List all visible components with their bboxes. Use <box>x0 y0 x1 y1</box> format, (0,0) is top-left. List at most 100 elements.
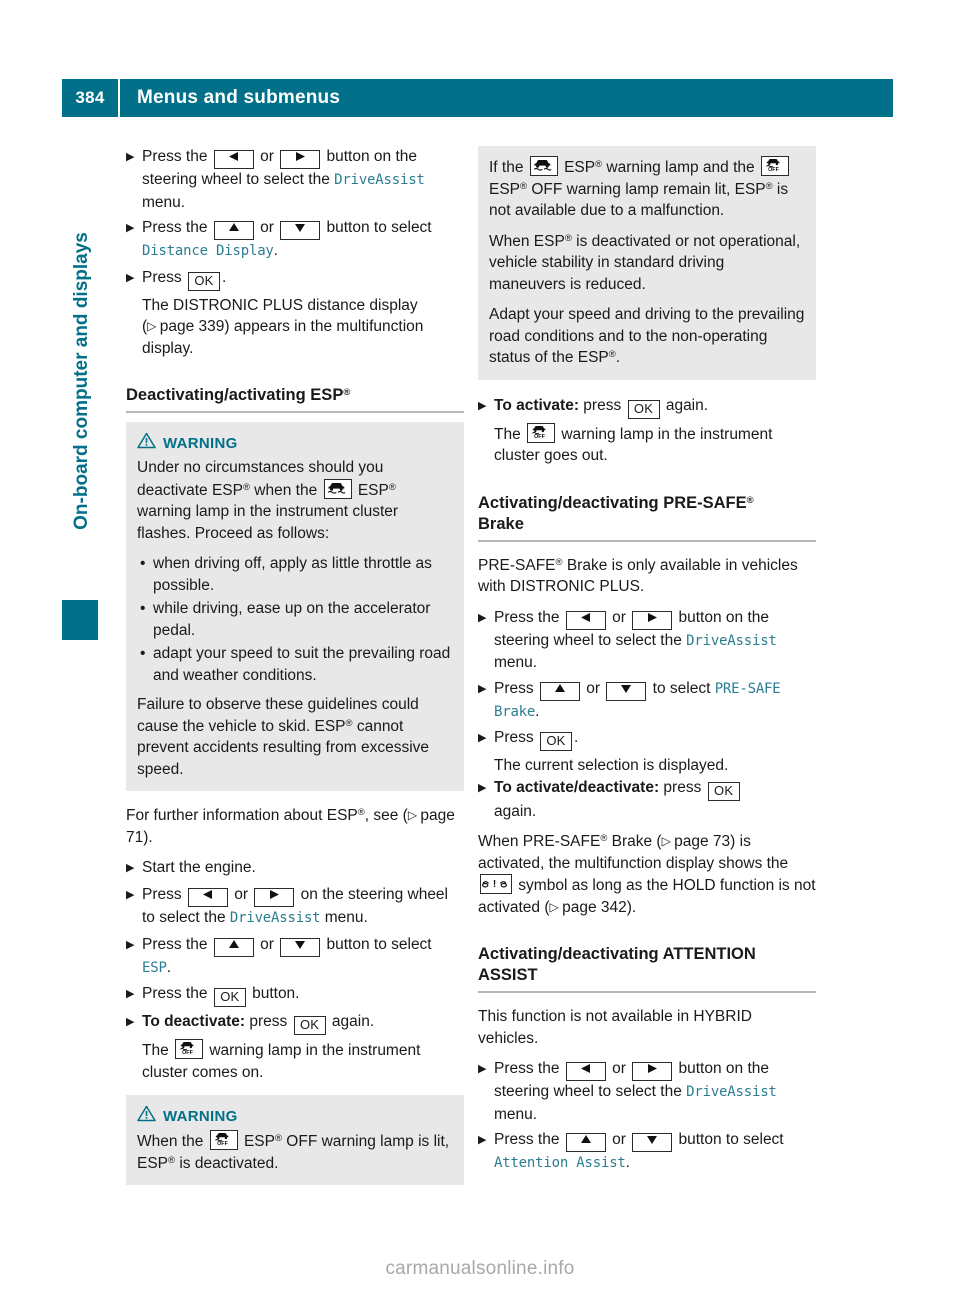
step-text: Press the or button on the steering whee… <box>494 1060 777 1123</box>
svg-text:OFF: OFF <box>182 1050 193 1055</box>
chapter-tab-marker <box>62 600 98 640</box>
page-ref-arrow-icon: ▷ <box>549 899 563 914</box>
step-arrow-icon: ▶ <box>478 399 487 412</box>
step-item: ▶ Press the or button on the steering wh… <box>478 607 816 674</box>
key-left-icon[interactable] <box>565 1062 606 1081</box>
step-detail-text: The DISTRONIC PLUS distance display (▷ p… <box>142 296 424 357</box>
step-text: Press the or button to select ESP. <box>142 935 432 976</box>
key-up-icon[interactable] <box>565 1133 606 1152</box>
warning-text: Under no circumstances should you deacti… <box>137 459 399 542</box>
svg-text:OFF: OFF <box>534 434 545 439</box>
key-right-icon[interactable] <box>632 610 673 630</box>
key-left-icon[interactable] <box>213 150 254 169</box>
registered-mark: ® <box>555 556 563 568</box>
warning-header: WARNING <box>137 1105 453 1127</box>
step-text: Start the engine. <box>142 859 256 876</box>
right-column: If the ESP® warning lamp and the OFF ESP… <box>478 146 816 1179</box>
key-ok-button[interactable]: OK <box>539 732 572 751</box>
step-arrow-icon: ▶ <box>126 889 135 901</box>
key-ok-button[interactable]: OK <box>707 781 740 801</box>
step-text: Press OK. <box>142 267 464 291</box>
step-item: ▶ Press the OK button. <box>126 983 464 1007</box>
section-heading-attention-assist: Activating/deactivating ATTENTION ASSIST <box>478 944 816 993</box>
step-arrow-icon: ▶ <box>478 732 487 744</box>
menu-name: Distance Display <box>142 243 274 259</box>
step-item: ▶ To activate/deactivate: press OK again. <box>478 777 816 823</box>
step-arrow-icon: ▶ <box>126 271 135 284</box>
registered-mark: ® <box>357 807 365 818</box>
step-text: To deactivate: press OK again. <box>142 1011 464 1035</box>
menu-name: DriveAssist <box>229 910 321 926</box>
warning-label: WARNING <box>163 1107 238 1125</box>
menu-name: DriveAssist <box>686 1084 777 1100</box>
page-ref-arrow-icon: ▷ <box>661 834 675 848</box>
page-reference[interactable]: page 339 <box>160 318 225 335</box>
menu-name: DriveAssist <box>334 172 425 188</box>
chapter-label: On-board computer and displays <box>71 232 92 530</box>
warning-text: When the OFF ESP® OFF warning lamp is li… <box>137 1130 453 1174</box>
key-left-icon[interactable] <box>565 610 606 630</box>
warning-header: WARNING <box>137 432 453 454</box>
key-right-icon[interactable] <box>632 1062 673 1081</box>
key-ok-button[interactable]: OK <box>293 1016 326 1035</box>
key-down-icon[interactable] <box>280 221 321 240</box>
presafe-intro-text: PRE-SAFE® Brake is only available in veh… <box>478 556 798 596</box>
warning-text: Failure to observe these guidelines coul… <box>137 696 430 778</box>
menu-name: PRE-SAFE <box>714 680 781 697</box>
registered-mark: ® <box>345 717 353 729</box>
key-up-icon[interactable] <box>213 221 254 240</box>
step-emphasis: To activate: <box>494 396 579 414</box>
presafe-brake-symbol-icon: ! <box>480 874 512 894</box>
step-arrow-icon: ▶ <box>478 781 487 794</box>
svg-text:OFF: OFF <box>217 1141 228 1146</box>
registered-mark: ® <box>388 481 396 493</box>
menu-name: Attention Assist <box>494 1155 626 1171</box>
step-text: Press or on the steering wheel to select… <box>142 886 448 926</box>
step-arrow-icon: ▶ <box>126 222 135 234</box>
step-arrow-icon: ▶ <box>126 938 135 951</box>
warning-box-esp-off: WARNING When the OFF ESP® OFF warning la… <box>126 1095 464 1185</box>
esp-warning-lamp-icon <box>529 156 558 176</box>
step-emphasis: To deactivate: <box>142 1013 246 1030</box>
step-text: Press the OK button. <box>142 983 464 1007</box>
step-arrow-icon: ▶ <box>126 1016 135 1028</box>
step-arrow-icon: ▶ <box>126 988 135 1000</box>
warning-triangle-icon <box>137 1105 156 1127</box>
menu-name: ESP <box>142 959 167 976</box>
key-up-icon[interactable] <box>213 937 254 957</box>
menu-name: DriveAssist <box>686 632 777 649</box>
step-item: ▶ Press or to select PRE-SAFE Brake. <box>478 678 816 724</box>
key-down-icon[interactable] <box>606 681 647 701</box>
site-watermark: carmanualsonline.info <box>385 1258 575 1279</box>
page-header-bar: 384 Menus and submenus <box>62 79 893 117</box>
esp-off-warning-lamp-icon: OFF <box>527 422 556 443</box>
key-ok-button[interactable]: OK <box>627 399 660 419</box>
page-number: 384 <box>75 88 105 107</box>
page-ref-arrow-icon: ▷ <box>147 319 160 333</box>
esp-off-warning-lamp-icon: OFF <box>209 1130 238 1150</box>
step-item: ▶ Start the engine. <box>126 857 464 880</box>
step-arrow-icon: ▶ <box>478 682 487 695</box>
esp-note-box: If the ESP® warning lamp and the OFF ESP… <box>478 146 816 380</box>
key-right-icon[interactable] <box>280 150 321 169</box>
attention-intro-text: This function is not available in HYBRID… <box>478 1008 752 1047</box>
step-item: ▶ Press OK. <box>478 727 816 751</box>
step-item: ▶ Press the or button to select Distance… <box>126 217 464 263</box>
warning-triangle-icon <box>137 432 156 454</box>
key-up-icon[interactable] <box>539 681 580 701</box>
svg-text:!: ! <box>493 879 496 890</box>
note-text: If the ESP® warning lamp and the OFF ESP… <box>489 156 805 222</box>
step-arrow-icon: ▶ <box>126 862 135 874</box>
key-right-icon[interactable] <box>254 888 295 907</box>
key-ok-button[interactable]: OK <box>187 271 220 291</box>
registered-mark: ® <box>520 180 528 192</box>
step-item: ▶ Press the or button on the steering wh… <box>478 1058 816 1125</box>
page-reference[interactable]: page 73 <box>674 833 730 850</box>
key-left-icon[interactable] <box>187 888 228 907</box>
key-ok-button[interactable]: OK <box>213 988 246 1007</box>
step-item: ▶ Press or on the steering wheel to sele… <box>126 884 464 930</box>
section-heading-presafe: Activating/deactivating PRE-SAFE® Brake <box>478 493 816 542</box>
key-down-icon[interactable] <box>280 937 321 957</box>
key-down-icon[interactable] <box>632 1133 673 1152</box>
page-reference[interactable]: page 342 <box>562 899 627 916</box>
